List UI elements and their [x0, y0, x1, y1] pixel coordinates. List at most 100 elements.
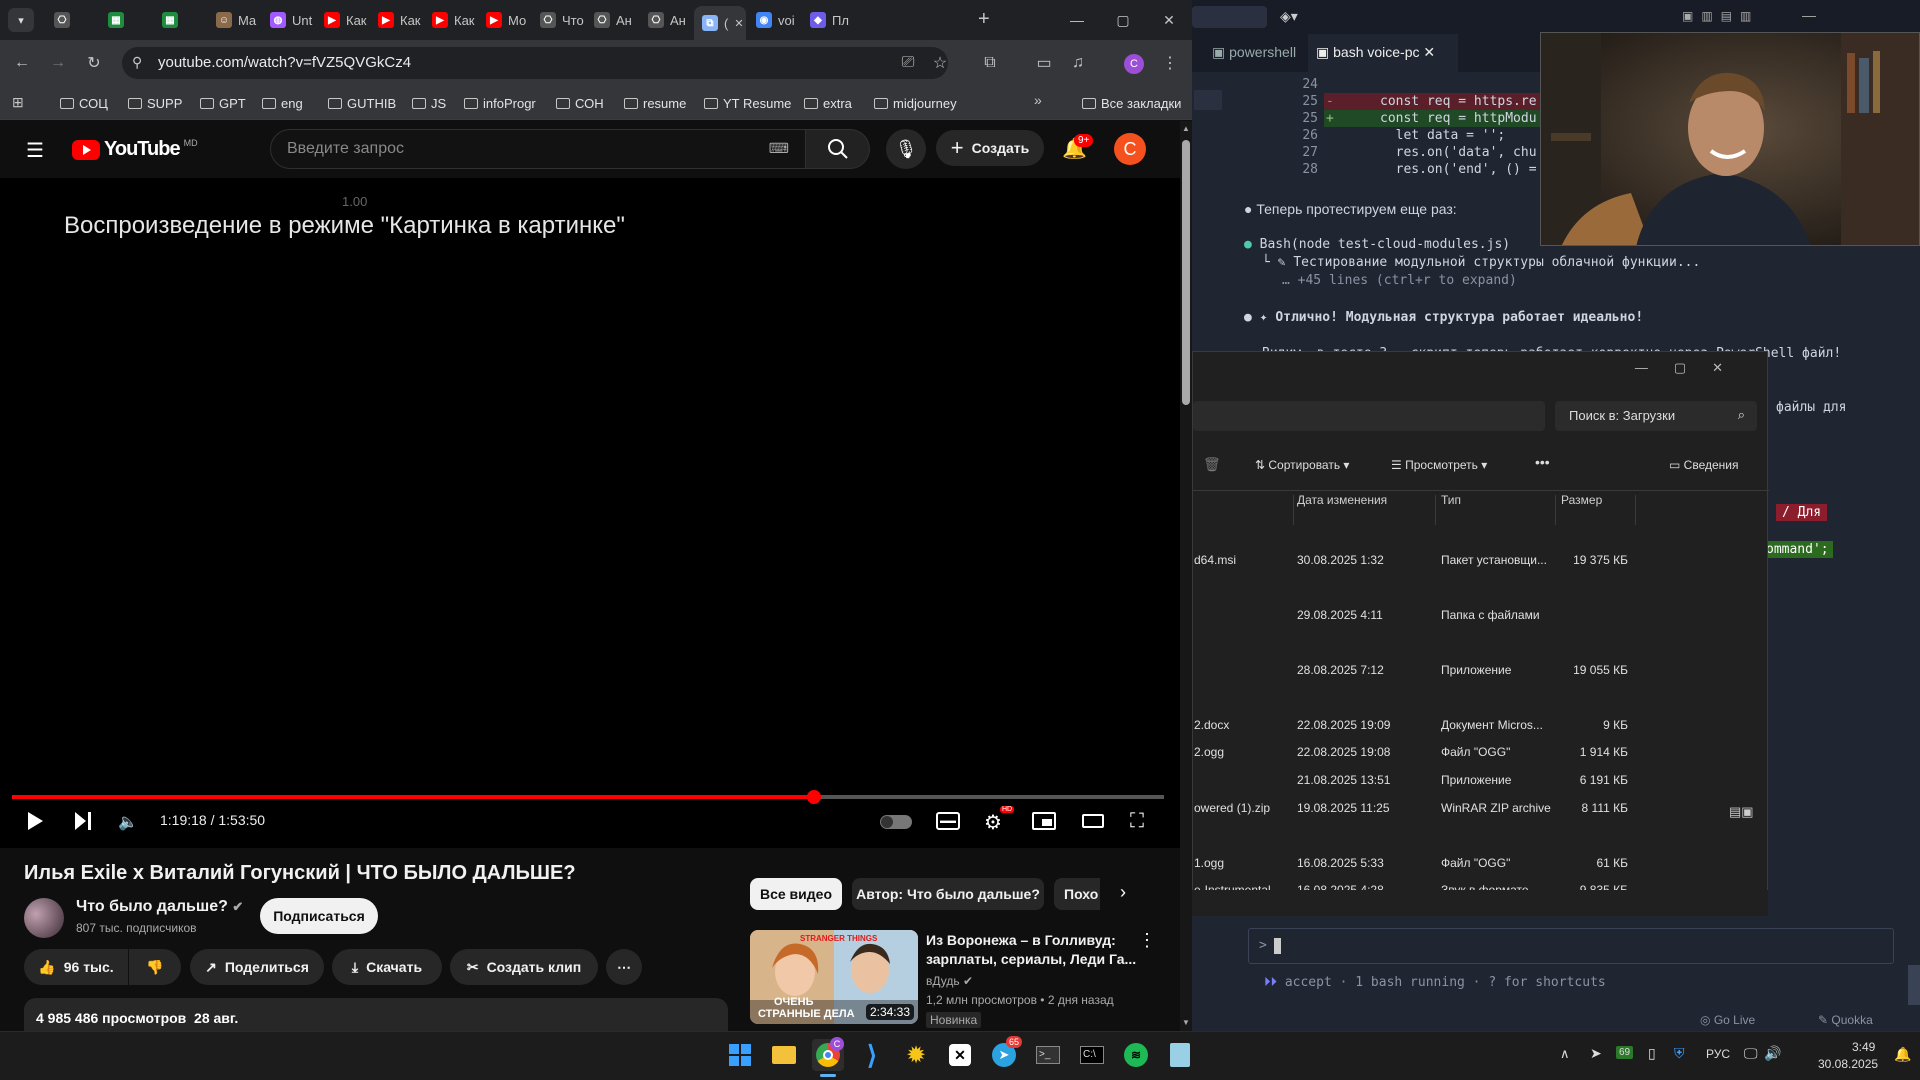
browser-tab[interactable]: ▶ Как — [370, 6, 422, 34]
spotify-taskbar[interactable]: ≋ — [1120, 1039, 1152, 1071]
shield-tray-icon[interactable]: ⛨ — [1674, 1045, 1685, 1062]
split-view-icon[interactable]: ▭ — [1032, 51, 1056, 75]
browser-tab[interactable]: ▶ Мо — [478, 6, 530, 34]
file-size[interactable]: 9 КБ — [1538, 718, 1628, 732]
bookmark-folder[interactable]: eng — [262, 93, 303, 113]
file-type[interactable]: Документ Micros... — [1441, 718, 1543, 732]
channel-name[interactable]: Что было дальше? ✔ — [76, 898, 243, 916]
description-box[interactable]: 4 985 486 просмотров 28 авг. — [24, 998, 728, 1031]
file-name[interactable]: owered (1).zip — [1194, 801, 1270, 815]
clock-time[interactable]: 3:49 — [1852, 1040, 1875, 1054]
bookmark-folder[interactable]: GUTHIB — [328, 93, 396, 113]
bookmark-folder[interactable]: JS — [412, 93, 446, 113]
file-date[interactable]: 19.08.2025 11:25 — [1297, 801, 1390, 815]
miniplayer-icon[interactable] — [1032, 812, 1056, 830]
extensions-icon[interactable]: ⧉ — [978, 51, 1002, 75]
rec-menu-icon[interactable]: ⋮ — [1138, 930, 1156, 951]
file-size[interactable]: 8 111 КБ — [1538, 801, 1628, 815]
file-name[interactable]: 2.ogg — [1194, 745, 1224, 759]
tab-bash[interactable]: ▣ bash voice-pc ✕ — [1308, 34, 1458, 72]
keyboard-icon[interactable]: ⌨ — [769, 140, 789, 157]
notification-bell-icon[interactable]: 🔔 — [1894, 1046, 1911, 1063]
file-date[interactable]: 16.08.2025 5:33 — [1297, 856, 1384, 870]
phone-tray-icon[interactable]: ▯ — [1648, 1045, 1656, 1062]
chevron-right-icon[interactable]: › — [1120, 882, 1126, 903]
bookmark-folder[interactable]: resume — [624, 93, 686, 113]
browser-tab[interactable]: ☺ Ma — [208, 6, 260, 34]
file-name[interactable]: 1.ogg — [1194, 856, 1224, 870]
network-icon[interactable]: 🖵 — [1744, 1045, 1758, 1062]
theater-mode-icon[interactable] — [1082, 814, 1104, 828]
share-button[interactable]: ↗ Поделиться — [190, 949, 324, 985]
go-live-button[interactable]: ◎ Go Live — [1700, 1013, 1755, 1027]
browser-tab[interactable]: ▶ Как — [424, 6, 476, 34]
more-actions-button[interactable]: ⋯ — [606, 949, 642, 985]
youtube-search-button[interactable] — [806, 129, 870, 169]
download-button[interactable]: ⤓ Скачать — [332, 949, 442, 985]
rec-channel[interactable]: вДудь ✔ — [926, 974, 973, 988]
sort-button[interactable]: ⇅ Сортировать ▾ — [1255, 458, 1349, 472]
file-type[interactable]: Папка с файлами — [1441, 608, 1540, 622]
hamburger-menu-icon[interactable]: ☰ — [26, 138, 44, 163]
close-icon[interactable]: ✕ — [1423, 44, 1435, 60]
file-type[interactable]: Файл "OGG" — [1441, 856, 1510, 870]
close-button[interactable]: ✕ — [1146, 0, 1192, 40]
channel-avatar[interactable] — [24, 898, 64, 938]
file-date[interactable]: 21.08.2025 13:51 — [1297, 773, 1390, 787]
terminal-taskbar[interactable]: >_ — [1032, 1039, 1064, 1071]
copilot-icon[interactable]: ◈▾ — [1280, 8, 1298, 25]
file-type[interactable]: Файл "OGG" — [1441, 745, 1510, 759]
file-type[interactable]: WinRAR ZIP archive — [1441, 801, 1551, 815]
chip-author[interactable]: Автор: Что было дальше? — [852, 878, 1044, 910]
language-indicator[interactable]: РУС — [1706, 1047, 1730, 1061]
address-bar[interactable] — [1193, 401, 1545, 431]
file-type[interactable]: Пакет установщи... — [1441, 553, 1547, 567]
chip-all-videos[interactable]: Все видео — [750, 878, 842, 910]
bookmark-folder[interactable]: SUPP — [128, 93, 182, 113]
search-box[interactable] — [1192, 6, 1267, 28]
url-text[interactable]: youtube.com/watch?v=fVZ5QVGkCz4 — [158, 52, 411, 74]
browser-tab[interactable]: ◍ Unt — [262, 6, 314, 34]
install-app-icon[interactable]: ⎚ — [896, 51, 920, 75]
rec-title[interactable]: Из Воронежа – в Голливуд: зарплаты, сериа… — [926, 931, 1136, 969]
column-header-date[interactable]: Дата изменения — [1297, 493, 1387, 507]
file-date[interactable]: 22.08.2025 19:08 — [1297, 745, 1390, 759]
window-controls[interactable]: —▢✕ — [1635, 360, 1749, 376]
site-info-icon[interactable]: ⚲ — [132, 54, 142, 71]
forward-button[interactable]: → — [46, 51, 70, 75]
voice-search-icon[interactable]: 🎙 — [886, 129, 926, 169]
file-type[interactable]: Приложение — [1441, 773, 1511, 787]
tab-powershell[interactable]: ▣ powershell — [1212, 44, 1296, 61]
volume-icon[interactable]: 🔈 — [118, 812, 138, 832]
prompt-input[interactable]: > — [1248, 928, 1894, 964]
file-date[interactable]: 29.08.2025 4:11 — [1297, 608, 1383, 622]
bash-more[interactable]: … +45 lines (ctrl+r to expand) — [1282, 273, 1517, 288]
tab-search-button[interactable]: ▾ — [8, 8, 34, 32]
scrollbar-thumb[interactable] — [1182, 140, 1190, 405]
browser-tab[interactable]: ◆ Пл — [802, 6, 854, 34]
app-sun-taskbar[interactable]: ✹ — [900, 1039, 932, 1071]
file-size[interactable]: 61 КБ — [1538, 856, 1628, 870]
browser-tab[interactable]: ▦ — [154, 6, 206, 34]
back-button[interactable]: ← — [10, 51, 34, 75]
notepad-taskbar[interactable] — [1164, 1039, 1196, 1071]
browser-tab[interactable]: ⎔ Ан — [586, 6, 638, 34]
telegram-tray-icon[interactable]: ➤ — [1590, 1045, 1602, 1062]
menu-icon[interactable]: ⋮ — [1158, 51, 1182, 75]
bookmark-star-icon[interactable]: ☆ — [928, 51, 952, 75]
youtube-search-input[interactable]: Введите запрос ⌨ — [270, 129, 806, 169]
capcut-taskbar[interactable]: ✕ — [944, 1039, 976, 1071]
layout-icons[interactable]: ▣▥▤▥ — [1682, 9, 1759, 23]
file-date[interactable]: 22.08.2025 19:09 — [1297, 718, 1390, 732]
browser-tab[interactable]: ⎔ — [46, 6, 98, 34]
file-type[interactable]: Приложение — [1441, 663, 1511, 677]
file-name[interactable]: 2.docx — [1194, 718, 1229, 732]
bookmark-folder[interactable]: infoProgr — [464, 93, 536, 113]
scrollbar[interactable] — [1908, 965, 1920, 1005]
view-toggle-icons[interactable]: ▤▣ — [1729, 804, 1769, 824]
next-button[interactable] — [74, 811, 92, 831]
tab-close-icon[interactable]: ✕ — [734, 17, 743, 30]
bookmark-folder[interactable]: СОЦ — [60, 93, 108, 113]
bookmark-folder[interactable]: extra — [804, 93, 852, 113]
rec-thumbnail[interactable]: STRANGER THINGS ОЧЕНЬ СТРАННЫЕ ДЕЛА 2:34… — [750, 930, 918, 1024]
